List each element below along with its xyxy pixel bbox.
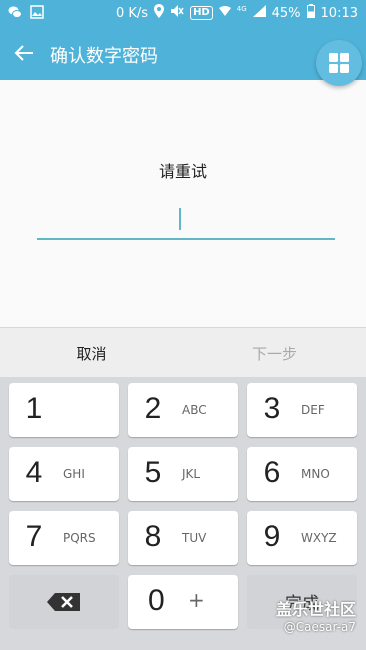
key-digit: 2 (144, 392, 162, 425)
status-bar: 0 K/s HD 4G 45% 10:13 (0, 0, 366, 26)
key-letters: PQRS (63, 531, 96, 545)
key-letters: MNO (301, 467, 330, 481)
watermark-user: @Caesar-a7 (283, 620, 356, 634)
pin-content-area: 请重试 (0, 80, 366, 327)
back-button[interactable] (10, 39, 38, 67)
grid-icon (329, 53, 349, 73)
key-6[interactable]: 6 MNO (247, 447, 357, 501)
key-plus: + (188, 588, 205, 612)
hd-badge: HD (190, 6, 213, 20)
key-5[interactable]: 5 JKL (128, 447, 238, 501)
net-speed: 0 K/s (115, 5, 149, 21)
app-bar: 确认数字密码 (0, 26, 366, 80)
wechat-icon (8, 5, 22, 23)
key-letters: GHI (63, 467, 85, 481)
key-4[interactable]: 4 GHI (9, 447, 119, 501)
cancel-button[interactable]: 取消 (0, 328, 183, 378)
mute-icon (170, 4, 184, 22)
signal-icon (252, 5, 266, 21)
text-cursor (179, 208, 181, 230)
key-7[interactable]: 7 PQRS (9, 511, 119, 565)
key-letters: WXYZ (301, 531, 337, 545)
key-digit: 8 (144, 520, 162, 553)
battery-percent: 45% (271, 5, 301, 21)
location-icon (154, 4, 165, 22)
battery-icon (306, 4, 315, 22)
key-digit: 0 (148, 584, 165, 617)
page-title: 确认数字密码 (50, 46, 158, 67)
backspace-key[interactable] (9, 575, 119, 629)
key-3[interactable]: 3 DEF (247, 383, 357, 437)
key-9[interactable]: 9 WXYZ (247, 511, 357, 565)
key-2[interactable]: 2 ABC (128, 383, 238, 437)
key-digit: 1 (25, 392, 43, 425)
watermark: 盖乐世社区 @Caesar-a7 (276, 596, 356, 634)
key-letters: JKL (182, 467, 201, 481)
key-digit: 4 (25, 456, 43, 489)
key-digit: 3 (263, 392, 281, 425)
clock: 10:13 (320, 5, 358, 21)
wifi-icon (218, 5, 231, 21)
watermark-title: 盖乐世社区 (275, 600, 356, 619)
key-digit: 5 (144, 456, 162, 489)
gallery-icon (30, 5, 44, 23)
backspace-icon (47, 593, 80, 611)
key-digit: 9 (263, 520, 281, 553)
key-digit: 6 (263, 456, 281, 489)
key-digit: 7 (25, 520, 43, 553)
key-8[interactable]: 8 TUV (128, 511, 238, 565)
pin-input[interactable] (37, 206, 335, 240)
key-0[interactable]: 0 + (128, 575, 238, 629)
prompt-text: 请重试 (158, 162, 207, 181)
net-type: 4G (236, 5, 247, 13)
key-letters: DEF (301, 403, 325, 417)
next-button[interactable]: 下一步 (183, 328, 366, 378)
action-bar: 取消 下一步 (0, 327, 366, 378)
key-letters: ABC (182, 403, 207, 417)
key-1[interactable]: 1 (9, 383, 119, 437)
floating-grid-button[interactable] (316, 40, 362, 86)
key-letters: TUV (182, 531, 207, 545)
arrow-left-icon (14, 45, 33, 61)
